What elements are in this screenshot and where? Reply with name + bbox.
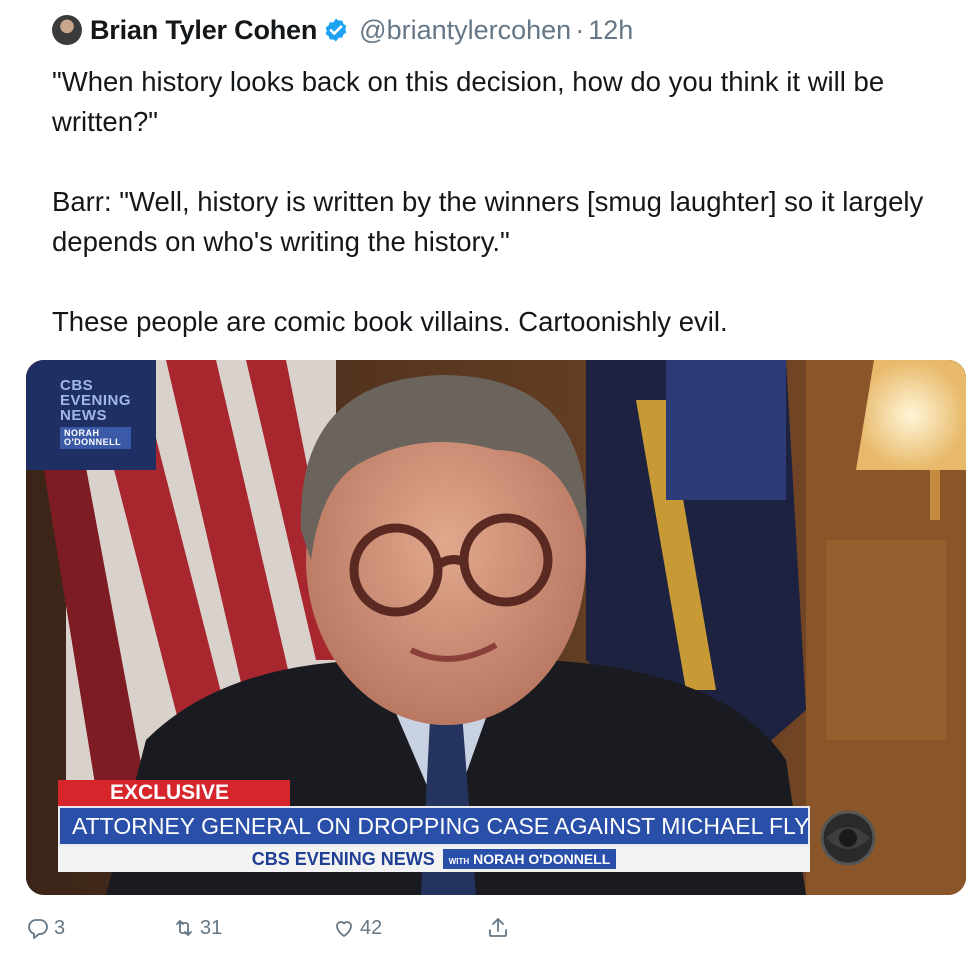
anchor-box: WITH NORAH O'DONNELL [442,849,617,869]
heart-icon [336,921,352,937]
with-label: WITH [448,857,470,866]
logo-line: EVENING [60,392,132,409]
author-display-name[interactable]: Brian Tyler Cohen [90,15,317,46]
share-button[interactable] [486,908,514,948]
avatar[interactable] [52,15,82,45]
tweet[interactable]: Brian Tyler Cohen @briantylercohen · 12h… [0,0,980,957]
tweet-text-paragraph: "When history looks back on this decisio… [52,66,885,137]
exclusive-tag: EXCLUSIVE [58,780,290,806]
retweet-count: 31 [200,916,223,939]
program-title: CBS EVENING NEWS [251,848,435,869]
tweet-timestamp[interactable]: 12h [588,15,633,46]
retweet-button[interactable]: 31 [172,908,222,948]
tweet-text: "When history looks back on this decisio… [52,62,952,342]
like-button[interactable]: 42 [332,908,382,948]
tweet-header: Brian Tyler Cohen @briantylercohen · 12h [52,12,633,48]
chyron-program-bar: CBS EVENING NEWS WITH NORAH O'DONNELL [58,846,810,872]
author-handle[interactable]: @briantylercohen [359,15,571,46]
tweet-text-paragraph: These people are comic book villains. Ca… [52,306,728,337]
reply-button[interactable]: 3 [26,908,65,948]
reply-count: 3 [54,916,66,939]
cbs-eye-icon [820,810,876,866]
logo-line: NEWS [60,407,107,424]
network-logo: CBS EVENING NEWS NORAH O'DONNELL [60,377,132,449]
chyron-headline: ATTORNEY GENERAL ON DROPPING CASE AGAINS… [58,806,810,846]
retweet-icon [176,920,192,936]
anchor-name: NORAH O'DONNELL [473,851,611,867]
logo-anchor-line: O'DONNELL [64,437,122,447]
lower-third: EXCLUSIVE ATTORNEY GENERAL ON DROPPING C… [58,780,818,872]
verified-badge-icon [325,18,347,42]
share-icon [489,918,507,937]
reply-icon [28,919,48,939]
separator-dot: · [575,14,585,45]
tweet-text-paragraph: Barr: "Well, history is written by the w… [52,186,924,257]
tweet-media-video[interactable]: CBS EVENING NEWS NORAH O'DONNELL EXCLUSI… [26,360,966,895]
logo-line: CBS [60,377,94,394]
tweet-actions: 3 31 42 [26,908,966,948]
like-count: 42 [360,916,383,939]
